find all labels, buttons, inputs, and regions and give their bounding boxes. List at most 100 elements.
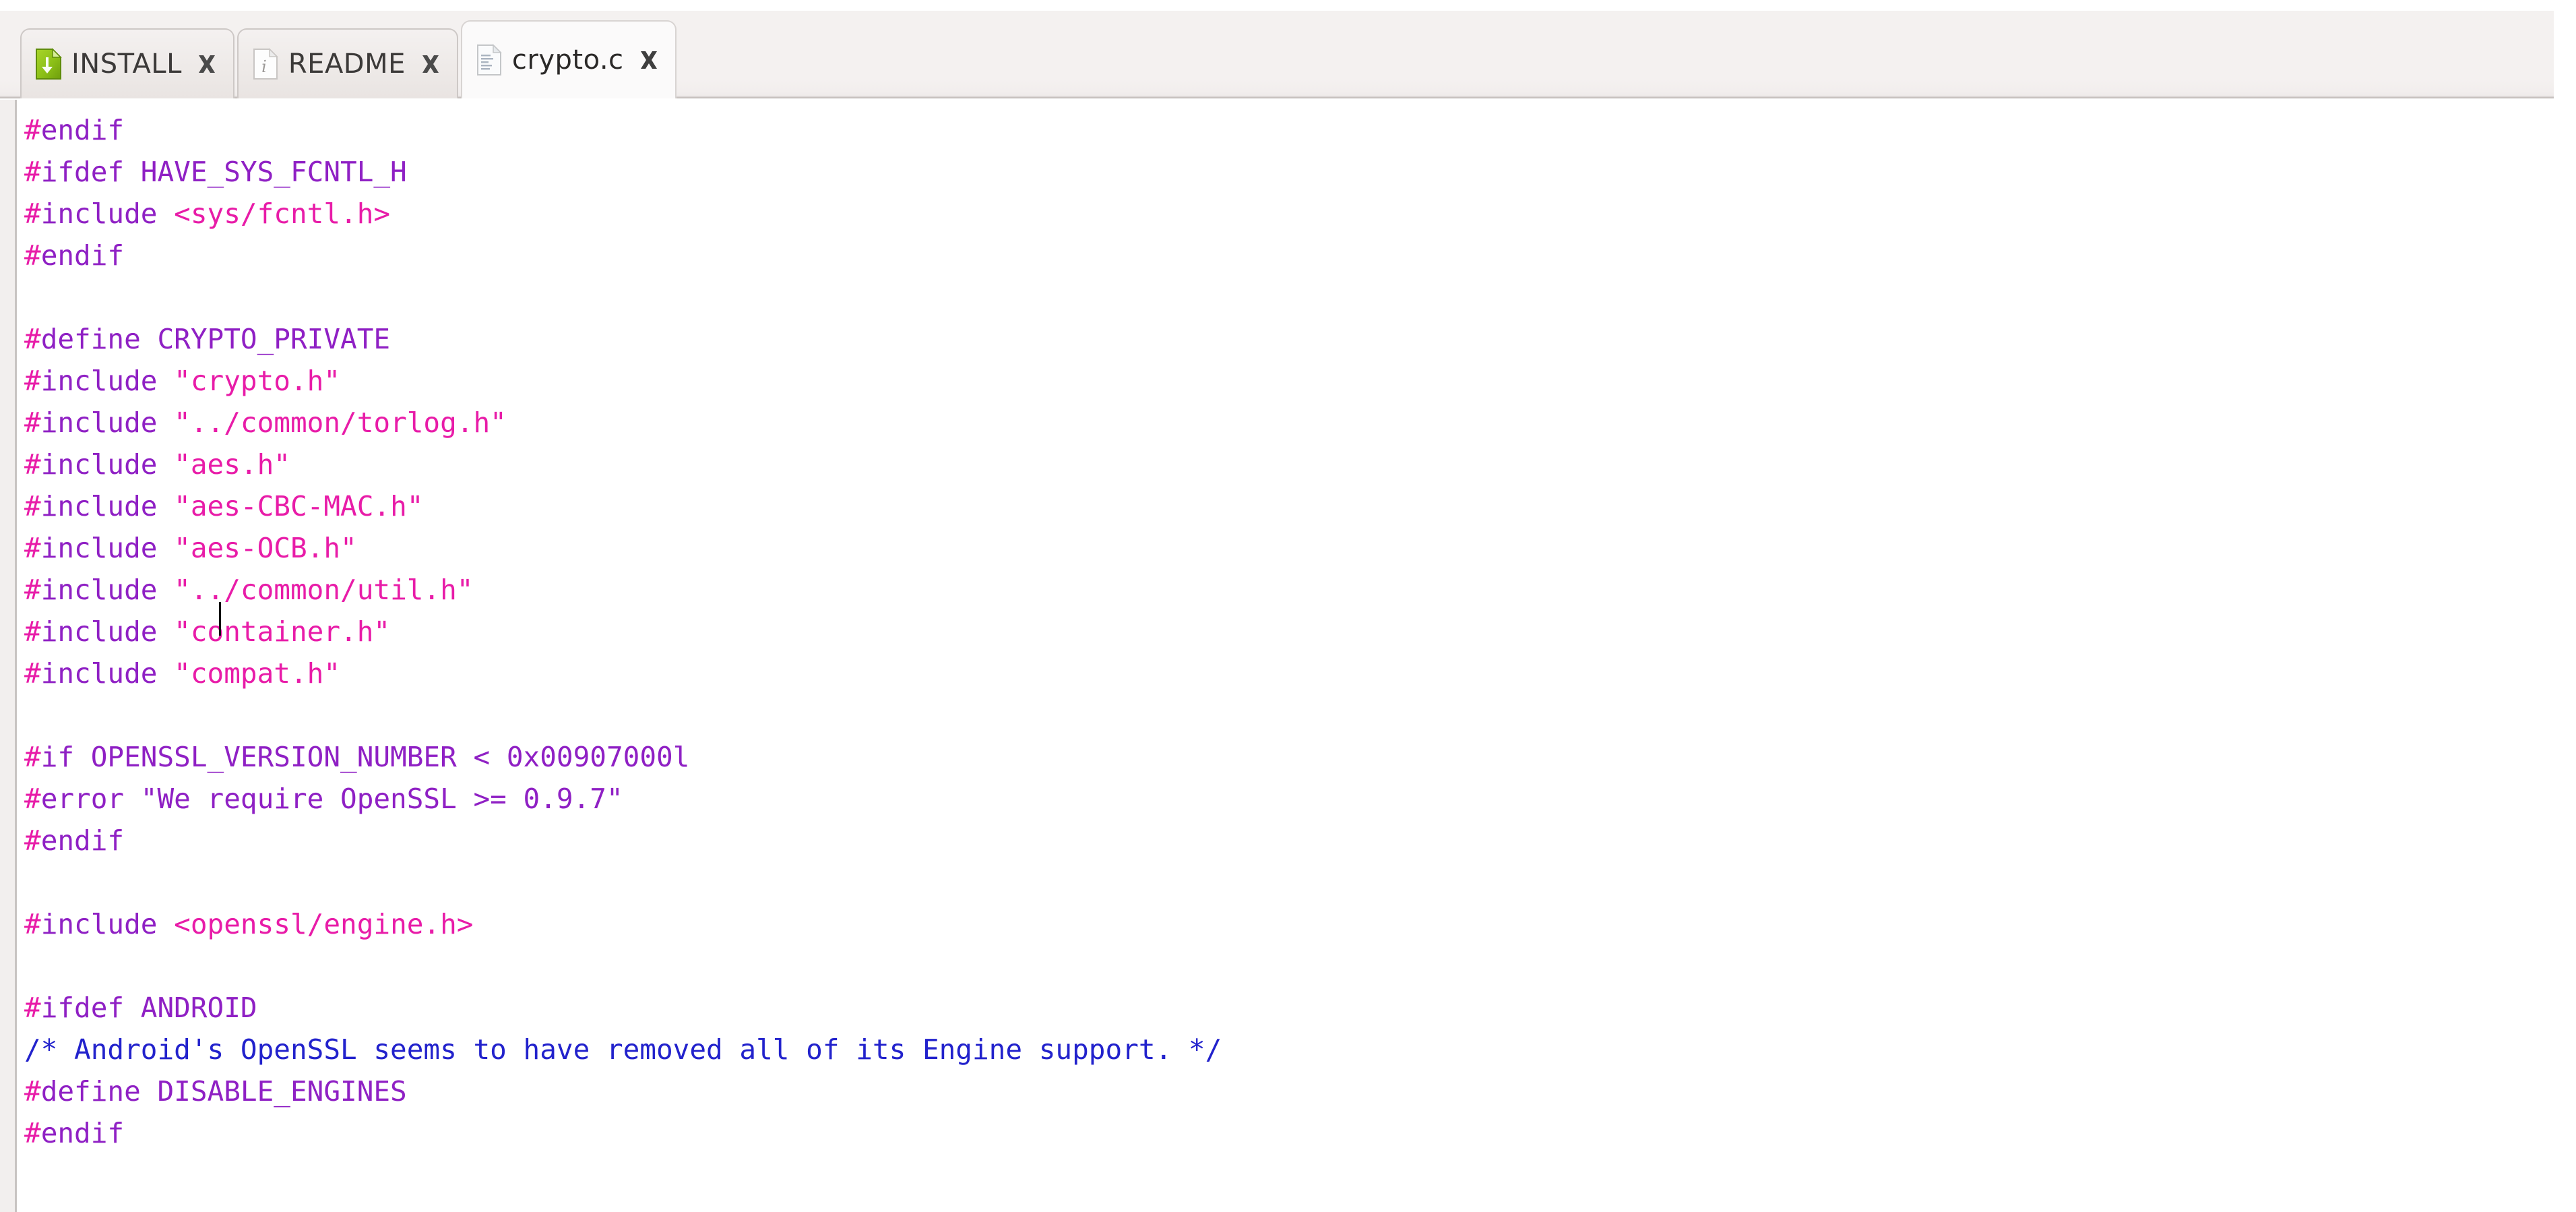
code-token: "container.h" <box>174 615 391 648</box>
code-token: DISABLE_ENGINES <box>157 1075 407 1108</box>
code-line: #include "../common/util.h" <box>24 569 1222 611</box>
code-token: endif <box>40 114 125 146</box>
tab-readme[interactable]: i README <box>237 28 458 98</box>
close-x-icon[interactable] <box>195 53 218 75</box>
code-token: include <box>40 615 158 648</box>
code-line: #if OPENSSL_VERSION_NUMBER < 0x00907000l <box>24 736 1222 778</box>
code-token: "We require OpenSSL >= 0.9.7" <box>140 783 623 815</box>
code-token: "compat.h" <box>174 657 341 690</box>
code-editor-pane[interactable]: #include <fcntl.h>#endif#ifdef HAVE_SYS_… <box>0 100 2576 1212</box>
code-token: ANDROID <box>140 992 257 1024</box>
code-token: include <box>40 908 158 940</box>
code-token: # <box>24 239 41 272</box>
code-token: # <box>24 100 41 104</box>
code-token: error <box>40 783 125 815</box>
code-token: "aes.h" <box>174 448 290 481</box>
code-token: endif <box>40 824 125 857</box>
code-token: "aes-OCB.h" <box>174 532 357 564</box>
tab-label: README <box>288 49 406 80</box>
code-line: #include "container.h" <box>24 611 1222 653</box>
code-token: <openssl/engine.h> <box>174 908 474 940</box>
code-token: # <box>24 992 41 1024</box>
code-token: # <box>24 824 41 857</box>
svg-text:i: i <box>261 57 267 76</box>
code-token: define <box>40 1075 141 1108</box>
code-token: include <box>40 490 158 522</box>
code-token: # <box>24 114 41 146</box>
code-line: #define DISABLE_ENGINES <box>24 1070 1222 1112</box>
text-caret <box>219 602 221 636</box>
code-token: "../common/util.h" <box>174 574 474 606</box>
code-token: <sys/fcntl.h> <box>174 198 391 230</box>
code-line: #include <sys/fcntl.h> <box>24 193 1222 235</box>
code-token: # <box>24 615 41 648</box>
code-token: # <box>24 741 41 773</box>
code-token: define <box>40 323 141 355</box>
green-document-download-icon <box>35 48 62 80</box>
code-line: #include "aes-CBC-MAC.h" <box>24 485 1222 527</box>
code-line: #include "compat.h" <box>24 653 1222 694</box>
code-token: include <box>40 198 158 230</box>
code-line: #define CRYPTO_PRIVATE <box>24 318 1222 360</box>
code-line: #include "aes-OCB.h" <box>24 527 1222 569</box>
code-line: #error "We require OpenSSL >= 0.9.7" <box>24 778 1222 820</box>
tab-label: INSTALL <box>71 49 182 80</box>
code-token: CRYPTO_PRIVATE <box>157 323 391 355</box>
close-x-icon[interactable] <box>419 53 442 75</box>
code-line: /* Android's OpenSSL seems to have remov… <box>24 1029 1222 1070</box>
code-token: # <box>24 1075 41 1108</box>
source-file-icon <box>476 44 503 76</box>
code-token: include <box>41 100 158 104</box>
tab-install[interactable]: INSTALL <box>20 28 234 98</box>
code-token: endif <box>40 239 125 272</box>
code-token: # <box>24 406 41 439</box>
code-token: include <box>40 574 158 606</box>
editor-gutter <box>0 100 15 1212</box>
code-line: #ifdef ANDROID <box>24 987 1222 1029</box>
source-code: #include <fcntl.h>#endif#ifdef HAVE_SYS_… <box>24 100 1222 1196</box>
code-line: #include <openssl/engine.h> <box>24 903 1222 945</box>
code-text-area[interactable]: #include <fcntl.h>#endif#ifdef HAVE_SYS_… <box>22 100 2576 1212</box>
code-token: include <box>40 532 158 564</box>
code-line: #include "../common/torlog.h" <box>24 402 1222 444</box>
tab-crypto-c[interactable]: crypto.c <box>460 20 677 98</box>
code-token: OPENSSL_VERSION_NUMBER <box>90 741 457 773</box>
code-token: "aes-CBC-MAC.h" <box>174 490 424 522</box>
tab-strip: INSTALL i README crypto.c <box>20 19 679 98</box>
gutter-padding <box>17 100 22 1212</box>
code-line: #include "aes.h" <box>24 444 1222 485</box>
code-line: #endif <box>24 235 1222 276</box>
code-token: include <box>40 657 158 690</box>
code-token: /* Android's OpenSSL seems to have remov… <box>24 1033 1222 1066</box>
code-token: # <box>24 657 41 690</box>
code-token: # <box>24 323 41 355</box>
code-line: #ifdef HAVE_SYS_FCNTL_H <box>24 151 1222 193</box>
code-token: # <box>24 1117 41 1149</box>
text-editor-window: INSTALL i README crypto.c #endif #ifdef … <box>0 0 2576 1212</box>
code-token: # <box>24 490 41 522</box>
code-token: include <box>40 448 158 481</box>
info-document-icon: i <box>252 48 279 80</box>
close-x-icon[interactable] <box>637 49 660 71</box>
code-token: endif <box>40 1117 125 1149</box>
tab-bar: INSTALL i README crypto.c <box>0 11 2554 98</box>
code-token: 0x00907000l <box>506 741 690 773</box>
code-token: ifdef <box>40 992 125 1024</box>
code-line: #endif <box>24 820 1222 861</box>
code-line: #include "crypto.h" <box>24 360 1222 402</box>
